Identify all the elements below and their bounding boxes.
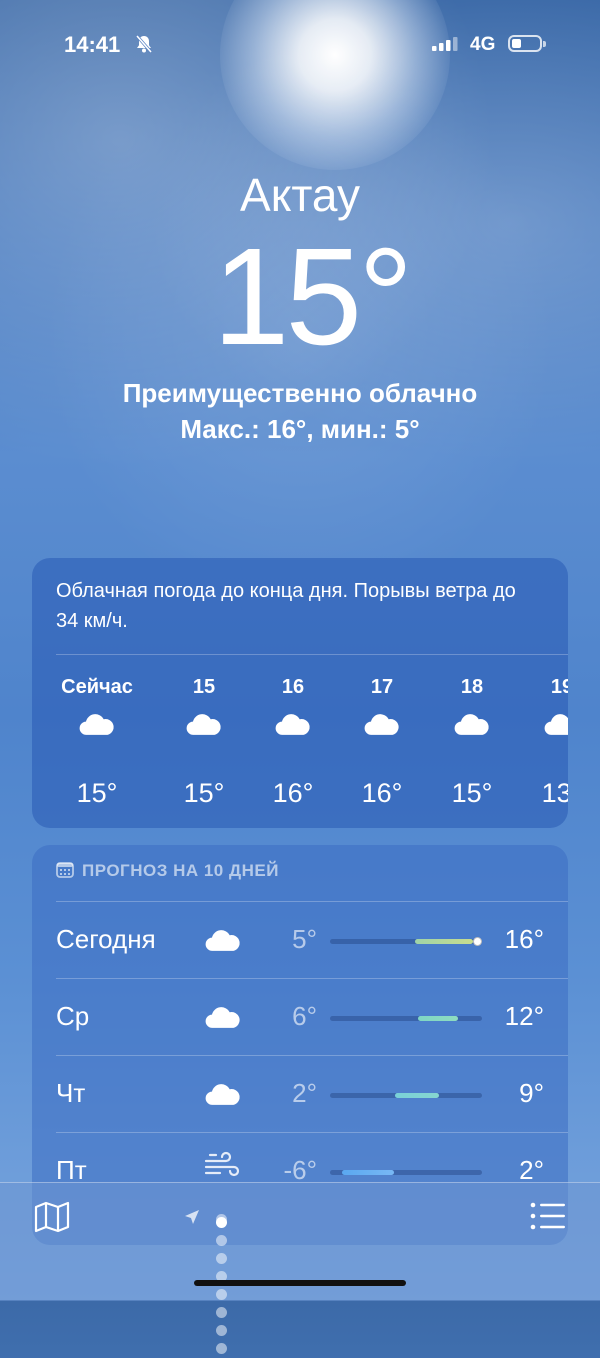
hour-item: 16 16° (248, 676, 338, 809)
cloud-icon (427, 712, 517, 772)
home-indicator (194, 1280, 406, 1286)
city-list-icon[interactable] (530, 1201, 566, 1236)
hour-label: 15 (192, 676, 216, 698)
page-dot[interactable] (216, 1235, 228, 1247)
page-dot[interactable] (216, 1253, 228, 1265)
hour-item: 17 16° (337, 676, 427, 809)
temperature-range-bar (330, 1093, 482, 1098)
forecast-day-row[interactable]: Сегодня 5° 16° (32, 902, 568, 978)
hour-label: 19 (550, 676, 568, 698)
page-indicator[interactable] (184, 1209, 243, 1355)
city-name: Актау (240, 169, 360, 221)
hourly-summary: Облачная погода до конца дня. Порывы вет… (56, 580, 516, 632)
cellular-signal-icon (432, 37, 460, 56)
forecast-day-row[interactable]: Ср 6° 12° (32, 979, 568, 1055)
calendar-icon (56, 862, 74, 883)
location-arrow-icon (184, 1209, 200, 1230)
divider (56, 654, 568, 655)
cloud-icon (159, 712, 249, 772)
high-temperature: 9° (519, 1078, 544, 1108)
status-bar: 14:41 4G (0, 32, 600, 60)
cloud-icon (52, 712, 142, 772)
forecast-day-row[interactable]: Чт 2° 9° (32, 1056, 568, 1132)
day-label: Ср (56, 1001, 90, 1031)
temperature-range-bar (330, 937, 483, 946)
status-time: 14:41 (64, 32, 121, 57)
hour-item: 15 15° (159, 676, 249, 809)
page-dot[interactable] (216, 1307, 228, 1319)
temperature-range-fill (418, 1016, 458, 1021)
page-dot[interactable] (216, 1343, 228, 1355)
weather-condition: Преимущественно облачно (122, 378, 478, 408)
current-temperature: 15° (212, 220, 414, 374)
high-temperature: 16° (504, 924, 544, 954)
temperature-range-fill (342, 1170, 394, 1175)
low-temperature: 2° (292, 1078, 317, 1108)
hour-temperature: 16° (272, 778, 314, 808)
high-temperature: 12° (504, 1001, 544, 1031)
hourly-forecast-card[interactable]: Облачная погода до конца дня. Порывы вет… (32, 558, 568, 828)
hour-temperature: 15° (76, 778, 118, 808)
low-temperature: 5° (292, 924, 317, 954)
cloud-icon (204, 1082, 242, 1111)
hour-item: 18 15° (427, 676, 517, 809)
map-icon[interactable] (34, 1201, 70, 1238)
hour-item: Сейчас 15° (52, 676, 142, 809)
cloud-icon (337, 712, 427, 772)
hour-label: 16 (281, 676, 305, 698)
hour-label: 18 (460, 676, 484, 698)
low-temperature: 6° (292, 1001, 317, 1031)
day-label: Чт (56, 1078, 86, 1108)
temperature-range-fill (395, 1093, 440, 1098)
temperature-range-bar (330, 1016, 482, 1021)
cloud-icon (204, 928, 242, 957)
hour-temperature: 13° (541, 778, 568, 808)
high-low-temperature: Макс.: 16°, мин.: 5° (180, 414, 420, 444)
day-label: Сегодня (56, 924, 156, 954)
hour-temperature: 15° (183, 778, 225, 808)
battery-icon (508, 35, 546, 52)
temperature-range-bar (330, 1170, 482, 1175)
hour-item: 19 13° (517, 676, 568, 809)
forecast-header-label: ПРОГНОЗ НА 10 ДНЕЙ (82, 861, 279, 880)
hour-label: Сейчас (61, 676, 133, 698)
hour-temperature: 15° (451, 778, 493, 808)
wind-icon (204, 1151, 242, 1186)
cloud-icon (248, 712, 338, 772)
hour-temperature: 16° (361, 778, 403, 808)
bell-slash-icon (135, 34, 153, 59)
temperature-range-fill (415, 939, 473, 944)
page-dot[interactable] (216, 1325, 228, 1337)
page-dot[interactable] (216, 1289, 228, 1301)
current-temperature-dot (473, 937, 483, 946)
network-type: 4G (470, 34, 496, 55)
hour-label: 17 (370, 676, 394, 698)
cloud-icon (517, 712, 568, 772)
forecast-header: ПРОГНОЗ НА 10 ДНЕЙ (56, 861, 279, 883)
page-dot[interactable] (216, 1217, 228, 1229)
cloud-icon (204, 1005, 242, 1034)
